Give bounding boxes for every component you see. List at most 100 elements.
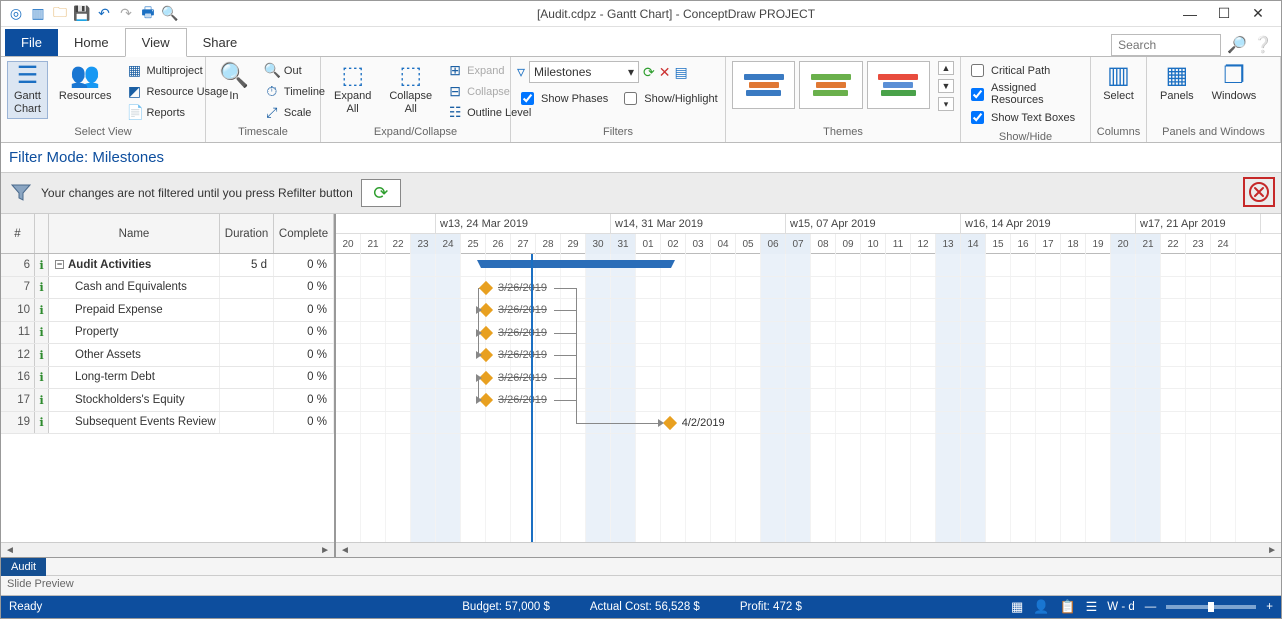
timeline-button[interactable]: ⏱Timeline [260,82,329,101]
col-complete[interactable]: Complete [274,214,334,253]
summary-bar[interactable] [481,260,671,268]
gantt-row[interactable] [336,254,1281,277]
col-duration[interactable]: Duration [220,214,274,253]
col-name[interactable]: Name [49,214,220,253]
sb-view1-icon[interactable]: ▦ [1011,599,1023,615]
cell-name[interactable]: Prepaid Expense [49,299,220,321]
panels-button[interactable]: ▦Panels [1153,61,1201,106]
sb-list-icon[interactable]: ☰ [1086,599,1098,615]
zoom-slider[interactable] [1166,605,1256,609]
gantt-scrollbar[interactable]: ◄► [336,542,1281,557]
table-row[interactable]: 19ℹSubsequent Events Review0 % [1,412,334,435]
cell-duration[interactable] [220,344,274,366]
show-highlight-checkbox[interactable]: Show/Highlight [620,89,717,108]
close-filter-button[interactable] [1243,177,1275,207]
theme-2[interactable] [799,61,862,109]
zoom-in-button[interactable]: 🔍In [212,61,256,106]
gantt-row[interactable]: 4/2/2019 [336,412,1281,435]
expand-all-button[interactable]: ⬚Expand All [327,61,378,119]
table-row[interactable]: 10ℹPrepaid Expense0 % [1,299,334,322]
cell-duration[interactable] [220,277,274,299]
sb-user-icon[interactable]: 👤 [1033,599,1049,615]
zoom-out-button[interactable]: 🔍Out [260,61,329,80]
cell-duration[interactable] [220,389,274,411]
scale-button[interactable]: ⤢Scale [260,103,329,122]
save-icon[interactable]: 💾 [73,5,91,23]
col-indicator[interactable] [35,214,49,253]
filter-dropdown[interactable]: Milestones▾ [529,61,639,83]
assigned-resources-checkbox[interactable]: Assigned Resources [967,82,1084,106]
table-row[interactable]: 17ℹStockholders's Equity0 % [1,389,334,412]
new-icon[interactable]: ▥ [29,5,47,23]
sheet-tab-audit[interactable]: Audit [1,558,46,576]
tab-home[interactable]: Home [58,29,125,56]
cell-complete[interactable]: 0 % [274,367,334,389]
show-phases-checkbox[interactable]: Show Phases [517,89,608,108]
select-columns-button[interactable]: ▥Select [1096,61,1141,106]
cell-complete[interactable]: 0 % [274,322,334,344]
grid-scrollbar[interactable]: ◄► [1,542,334,557]
redo-icon[interactable]: ↷ [117,5,135,23]
cell-complete[interactable]: 0 % [274,344,334,366]
binoculars-icon[interactable]: 🔎 [1227,35,1247,55]
search-input[interactable] [1111,34,1221,56]
slide-preview-panel[interactable]: Slide Preview [1,576,1281,596]
target-icon[interactable]: ◎ [7,5,25,23]
cell-name[interactable]: Subsequent Events Review [49,412,220,434]
theme-1[interactable] [732,61,795,109]
open-icon[interactable]: 🗀 [51,5,69,23]
cell-duration[interactable] [220,322,274,344]
cell-duration[interactable] [220,299,274,321]
themes-more-icon[interactable]: ▾ [938,97,954,111]
themes-up-icon[interactable]: ▲ [938,61,954,75]
gantt-chart-button[interactable]: ☰ Gantt Chart [7,61,48,119]
table-row[interactable]: 16ℹLong-term Debt0 % [1,367,334,390]
resources-button[interactable]: 👥 Resources [52,61,119,106]
maximize-button[interactable]: ☐ [1209,4,1239,24]
cell-name[interactable]: Property [49,322,220,344]
cell-name[interactable]: −Audit Activities [49,254,220,276]
cell-complete[interactable]: 0 % [274,277,334,299]
collapse-all-button[interactable]: ⬚Collapse All [382,61,439,119]
cell-complete[interactable]: 0 % [274,412,334,434]
zoom-in-button[interactable]: + [1266,601,1273,613]
cell-name[interactable]: Cash and Equivalents [49,277,220,299]
gantt-body[interactable]: 3/26/20193/26/20193/26/20193/26/20193/26… [336,254,1281,542]
minimize-button[interactable]: — [1175,4,1205,24]
zoom-extents-icon[interactable]: 🔍 [161,5,179,23]
themes-down-icon[interactable]: ▼ [938,79,954,93]
cell-duration[interactable] [220,412,274,434]
undo-icon[interactable]: ↶ [95,5,113,23]
help-icon[interactable]: ❔ [1253,35,1273,55]
cell-complete[interactable]: 0 % [274,254,334,276]
milestone-marker[interactable] [663,415,677,429]
tab-view[interactable]: View [125,28,187,57]
cell-duration[interactable]: 5 d [220,254,274,276]
refilter-button[interactable]: ⟳ [361,179,401,207]
refilter-icon[interactable]: ⟳ [643,64,655,81]
window-close-button[interactable]: ✕ [1243,4,1273,24]
show-textboxes-checkbox[interactable]: Show Text Boxes [967,108,1084,127]
cell-name[interactable]: Stockholders's Equity [49,389,220,411]
col-num[interactable]: # [1,214,35,253]
table-row[interactable]: 7ℹCash and Equivalents0 % [1,277,334,300]
cell-complete[interactable]: 0 % [274,299,334,321]
milestone-marker[interactable] [479,280,493,294]
print-icon[interactable]: 🖶 [139,5,157,23]
theme-3[interactable] [867,61,930,109]
cell-name[interactable]: Long-term Debt [49,367,220,389]
cell-name[interactable]: Other Assets [49,344,220,366]
table-row[interactable]: 11ℹProperty0 % [1,322,334,345]
sb-clip-icon[interactable]: 📋 [1059,599,1075,615]
cell-complete[interactable]: 0 % [274,389,334,411]
filter-settings-icon[interactable]: ▤ [675,64,688,81]
zoom-out-button[interactable]: — [1145,601,1157,613]
table-row[interactable]: 6ℹ−Audit Activities5 d0 % [1,254,334,277]
windows-button[interactable]: ❐Windows [1205,61,1264,106]
file-tab[interactable]: File [5,29,58,56]
cell-duration[interactable] [220,367,274,389]
tab-share[interactable]: Share [187,29,254,56]
clear-filter-icon[interactable]: ✕ [659,64,671,81]
table-row[interactable]: 12ℹOther Assets0 % [1,344,334,367]
critical-path-checkbox[interactable]: Critical Path [967,61,1084,80]
